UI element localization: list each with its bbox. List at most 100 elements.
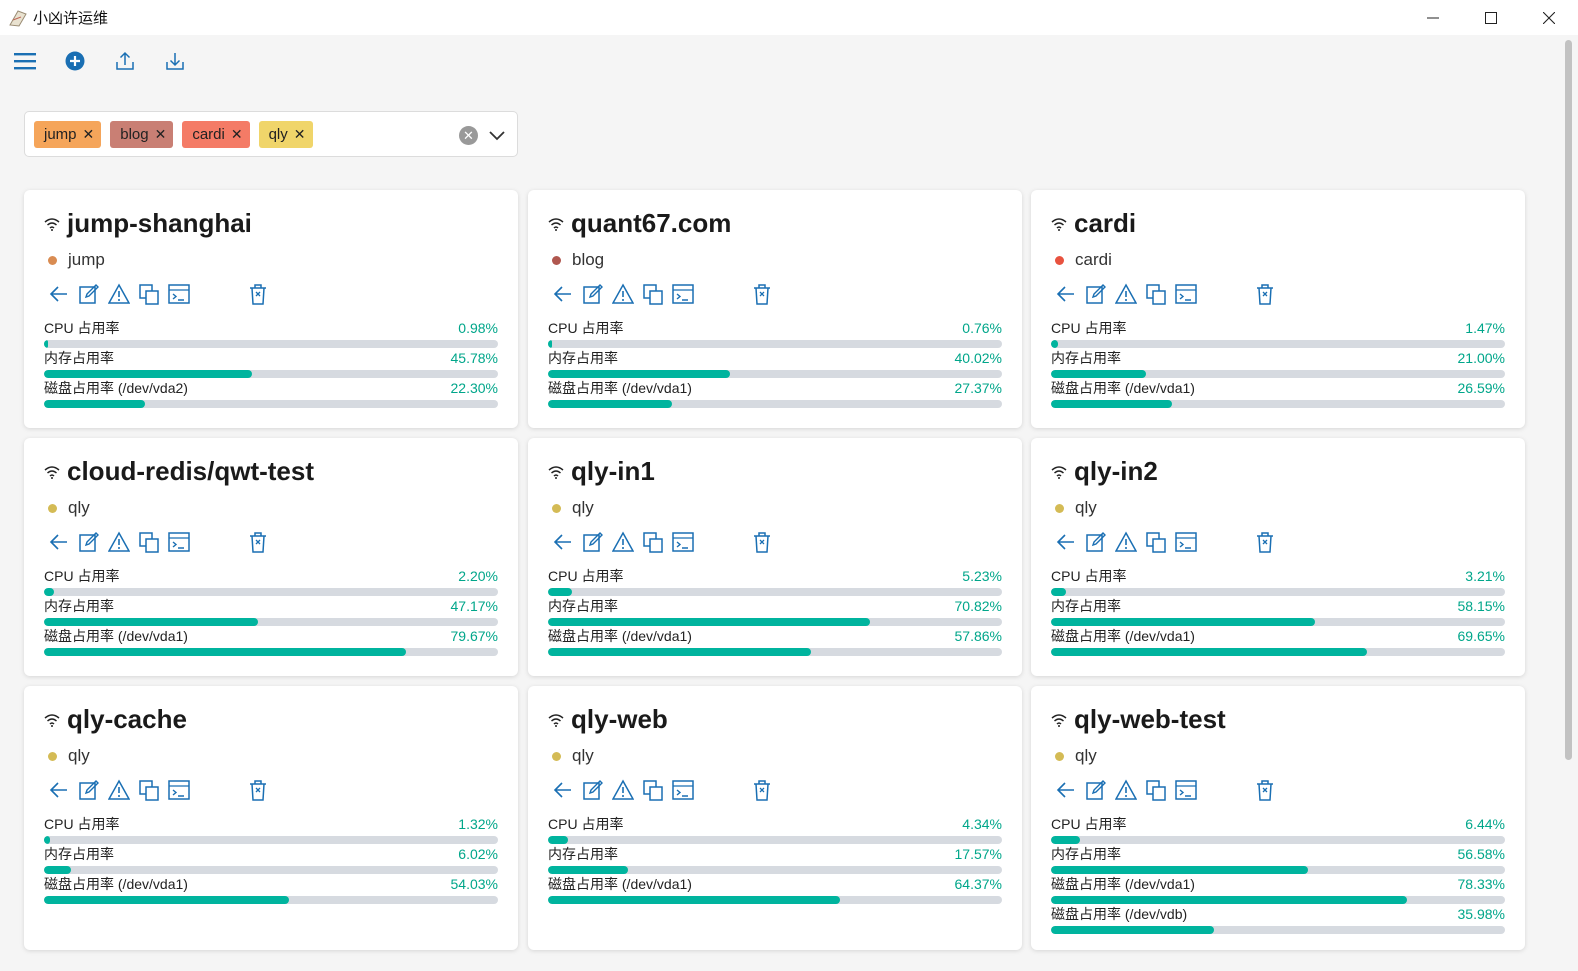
edit-icon[interactable] [78, 779, 100, 801]
edit-icon[interactable] [78, 283, 100, 305]
upload-icon [116, 51, 134, 70]
chip-remove-icon[interactable]: ✕ [83, 127, 95, 141]
edit-icon[interactable] [582, 779, 604, 801]
terminal-icon[interactable] [1175, 283, 1197, 305]
clear-filter-icon[interactable]: ✕ [459, 126, 478, 145]
card-header: qly-web [548, 704, 668, 735]
metric-value: 21.00% [1457, 350, 1505, 366]
terminal-icon[interactable] [168, 283, 190, 305]
back-arrow-icon[interactable] [1055, 779, 1077, 801]
back-arrow-icon[interactable] [48, 283, 70, 305]
copy-icon[interactable] [1145, 283, 1167, 305]
progress-fill [1051, 648, 1368, 656]
warning-icon[interactable] [108, 531, 130, 553]
edit-icon[interactable] [1085, 531, 1107, 553]
metric-value: 22.30% [450, 380, 498, 396]
terminal-icon[interactable] [1175, 531, 1197, 553]
delete-icon[interactable] [1254, 779, 1276, 801]
server-card[interactable]: quant67.com blog CPU 占用率 0.76% 内存占用率 40.02% 磁盘… [528, 190, 1022, 428]
download-button[interactable] [150, 42, 200, 80]
copy-icon[interactable] [642, 779, 664, 801]
server-card[interactable]: qly-cache qly CPU 占用率 1.32% 内存占用率 6.02% 磁盘占用率 … [24, 686, 518, 950]
copy-icon[interactable] [642, 283, 664, 305]
copy-icon[interactable] [138, 531, 160, 553]
scrollbar-thumb[interactable] [1565, 40, 1572, 760]
warning-icon[interactable] [612, 531, 634, 553]
back-arrow-icon[interactable] [48, 779, 70, 801]
back-arrow-icon[interactable] [48, 531, 70, 553]
maximize-button[interactable] [1462, 0, 1520, 35]
delete-icon[interactable] [751, 531, 773, 553]
delete-icon[interactable] [247, 283, 269, 305]
metric-row: 磁盘占用率 (/dev/vda1) 57.86% [548, 627, 1002, 657]
server-card[interactable]: qly-in2 qly CPU 占用率 3.21% 内存占用率 58.15% 磁盘占用率 (… [1031, 438, 1525, 676]
terminal-icon[interactable] [168, 779, 190, 801]
delete-icon[interactable] [1254, 283, 1276, 305]
terminal-icon[interactable] [672, 283, 694, 305]
menu-button[interactable] [0, 42, 50, 80]
metric-row: 内存占用率 58.15% [1051, 597, 1505, 627]
group-filter-select[interactable]: jump ✕ blog ✕ cardi ✕ qly ✕ ✕ [24, 111, 518, 157]
delete-icon[interactable] [751, 283, 773, 305]
vertical-scrollbar[interactable] [1560, 35, 1578, 971]
copy-icon[interactable] [1145, 779, 1167, 801]
terminal-icon[interactable] [672, 779, 694, 801]
terminal-icon[interactable] [168, 531, 190, 553]
delete-icon[interactable] [247, 779, 269, 801]
copy-icon[interactable] [138, 779, 160, 801]
progress-bar [44, 648, 498, 656]
group-label: qly [68, 498, 90, 517]
chip-remove-icon[interactable]: ✕ [231, 127, 243, 141]
warning-icon[interactable] [108, 283, 130, 305]
metric-value: 2.20% [458, 568, 498, 584]
warning-icon[interactable] [108, 779, 130, 801]
edit-icon[interactable] [582, 283, 604, 305]
upload-button[interactable] [100, 42, 150, 80]
server-card[interactable]: cloud-redis/qwt-test qly CPU 占用率 2.20% 内存占用率… [24, 438, 518, 676]
chip-remove-icon[interactable]: ✕ [155, 127, 167, 141]
delete-icon[interactable] [1254, 531, 1276, 553]
back-arrow-icon[interactable] [1055, 531, 1077, 553]
server-card[interactable]: cardi cardi CPU 占用率 1.47% 内存占用率 21.00% 磁盘占用率 (… [1031, 190, 1525, 428]
metric-label: CPU 占用率 [44, 320, 120, 336]
card-header: qly-web-test [1051, 704, 1226, 735]
copy-icon[interactable] [1145, 531, 1167, 553]
delete-icon[interactable] [247, 531, 269, 553]
group-dot-icon [1055, 503, 1064, 513]
copy-icon[interactable] [642, 531, 664, 553]
close-icon [1543, 11, 1555, 24]
edit-icon[interactable] [582, 531, 604, 553]
terminal-icon[interactable] [1175, 779, 1197, 801]
back-arrow-icon[interactable] [552, 779, 574, 801]
progress-fill [44, 836, 50, 844]
back-arrow-icon[interactable] [552, 283, 574, 305]
metric-row: CPU 占用率 3.21% [1051, 567, 1505, 597]
warning-icon[interactable] [1115, 531, 1137, 553]
warning-icon[interactable] [1115, 779, 1137, 801]
metric-label: CPU 占用率 [44, 568, 120, 584]
back-arrow-icon[interactable] [1055, 283, 1077, 305]
server-card[interactable]: qly-in1 qly CPU 占用率 5.23% 内存占用率 70.82% 磁盘占用率 (… [528, 438, 1022, 676]
progress-fill [44, 648, 406, 656]
server-card[interactable]: qly-web-test qly CPU 占用率 6.44% 内存占用率 56.58% 磁盘… [1031, 686, 1525, 950]
group-dot-icon [48, 255, 57, 265]
copy-icon[interactable] [138, 283, 160, 305]
warning-icon[interactable] [1115, 283, 1137, 305]
chip-remove-icon[interactable]: ✕ [294, 127, 306, 141]
add-server-button[interactable] [50, 42, 100, 80]
edit-icon[interactable] [1085, 779, 1107, 801]
edit-icon[interactable] [1085, 283, 1107, 305]
close-window-button[interactable] [1520, 0, 1578, 35]
server-group: blog [552, 250, 604, 270]
terminal-icon[interactable] [672, 531, 694, 553]
delete-icon[interactable] [751, 779, 773, 801]
chevron-down-icon[interactable] [487, 125, 507, 145]
warning-icon[interactable] [612, 283, 634, 305]
warning-icon[interactable] [612, 779, 634, 801]
edit-icon[interactable] [78, 531, 100, 553]
minimize-button[interactable] [1404, 0, 1462, 35]
server-card[interactable]: qly-web qly CPU 占用率 4.34% 内存占用率 17.57% 磁盘占用率 (… [528, 686, 1022, 950]
back-arrow-icon[interactable] [552, 531, 574, 553]
title-bar: 小凶许运维 [0, 0, 1578, 35]
server-card[interactable]: jump-shanghai jump CPU 占用率 0.98% 内存占用率 45.78%… [24, 190, 518, 428]
